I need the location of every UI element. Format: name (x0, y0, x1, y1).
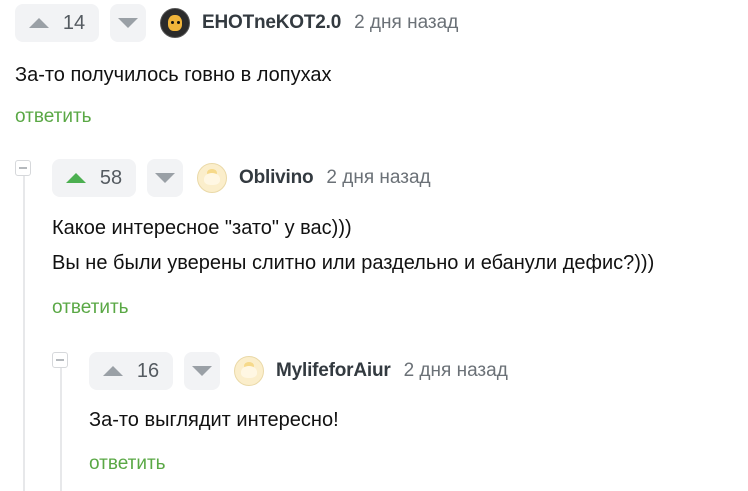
vote-score: 58 (99, 166, 123, 189)
avatar-eye-right (177, 21, 180, 24)
downvote-button[interactable] (110, 4, 146, 42)
comment-text: За-то выглядит интересно! (89, 403, 339, 438)
comment-line: За-то получилось говно в лопухах (15, 64, 332, 86)
avatar[interactable] (234, 356, 264, 386)
comment-time: 2 дня назад (354, 12, 459, 33)
upvote-button[interactable]: 58 (52, 159, 136, 197)
thread-line-level-1 (23, 176, 25, 491)
vote-score: 14 (62, 11, 86, 34)
triangle-up-icon (102, 366, 123, 376)
comment-time: 2 дня назад (403, 360, 508, 381)
triangle-up-icon (65, 173, 86, 183)
avatar-shape (241, 366, 257, 378)
triangle-up-icon (28, 18, 49, 28)
reply-link[interactable]: ответить (89, 453, 166, 475)
avatar-eye-left (171, 21, 174, 24)
avatar[interactable] (160, 8, 190, 38)
comment-header: 14 EHOTneKOT2.0 2 дня назад (15, 4, 458, 42)
comment-text: За-то получилось говно в лопухах (15, 58, 332, 93)
author-name[interactable]: EHOTneKOT2.0 (202, 12, 341, 34)
comment-line: Вы не были уверены слитно или раздельно … (52, 252, 655, 274)
author-name[interactable]: Oblivino (239, 167, 314, 189)
comment-header: 58 Oblivino 2 дня назад (52, 159, 431, 197)
collapse-thread-button[interactable] (52, 352, 68, 368)
comment-header: 16 MylifeforAiur 2 дня назад (89, 352, 508, 390)
triangle-down-icon (192, 366, 212, 376)
avatar[interactable] (197, 163, 227, 193)
comment-line: За-то выглядит интересно! (89, 409, 339, 431)
avatar-shape (204, 173, 220, 185)
vote-score: 16 (136, 359, 160, 382)
comment-text: Какое интересное "зато" у вас))) Вы не б… (52, 211, 654, 281)
upvote-button[interactable]: 14 (15, 4, 99, 42)
reply-link[interactable]: ответить (52, 297, 129, 319)
thread-line-level-2 (60, 368, 62, 491)
comment-time: 2 дня назад (326, 167, 431, 188)
upvote-button[interactable]: 16 (89, 352, 173, 390)
author-name[interactable]: MylifeforAiur (276, 360, 391, 382)
downvote-button[interactable] (184, 352, 220, 390)
triangle-down-icon (155, 173, 175, 183)
comment-line: Какое интересное "зато" у вас))) (52, 217, 352, 239)
collapse-thread-button[interactable] (15, 160, 31, 176)
downvote-button[interactable] (147, 159, 183, 197)
reply-link[interactable]: ответить (15, 106, 92, 128)
triangle-down-icon (118, 18, 138, 28)
